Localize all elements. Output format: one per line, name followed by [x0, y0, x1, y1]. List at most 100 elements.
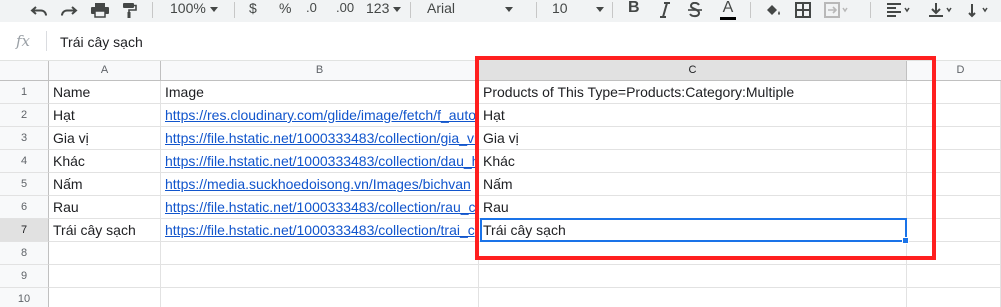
cell-c6[interactable]: Rau [479, 196, 907, 219]
row-header-1[interactable]: 1 [0, 81, 49, 104]
fill-color-icon[interactable] [762, 0, 784, 20]
formula-bar: fx Trái cây sạch [0, 22, 1001, 61]
chevron-down-icon [595, 6, 604, 12]
column-header-b[interactable]: B [161, 61, 479, 81]
toolbar-divider [870, 2, 871, 18]
italic-icon[interactable] [656, 0, 674, 20]
cell-b9[interactable] [161, 265, 479, 288]
font-size-select[interactable]: 10 [552, 0, 604, 20]
strikethrough-icon[interactable] [686, 0, 704, 20]
formula-bar-divider [46, 31, 47, 51]
toolbar-divider [410, 2, 411, 18]
cell-c2[interactable]: Hạt [479, 104, 907, 127]
chevron-down-icon [505, 6, 514, 12]
row-header-9[interactable]: 9 [0, 265, 49, 288]
toolbar-divider [152, 2, 153, 18]
cell-a7[interactable]: Trái cây sạch [49, 219, 161, 242]
font-family-value: Arial [427, 0, 456, 16]
horizontal-align-icon[interactable] [884, 0, 914, 20]
cell-c9[interactable] [479, 265, 907, 288]
font-size-value: 10 [552, 0, 568, 16]
toolbar-divider [612, 2, 613, 18]
bold-button[interactable]: B [628, 0, 640, 20]
row-header-7[interactable]: 7 [0, 219, 49, 242]
fill-handle[interactable] [902, 237, 909, 244]
cell-c8[interactable] [479, 242, 907, 265]
zoom-value: 100% [170, 0, 206, 16]
row-header-6[interactable]: 6 [0, 196, 49, 219]
chevron-down-icon [393, 6, 402, 12]
cell-b7-link[interactable]: https://file.hstatic.net/1000333483/coll… [161, 219, 479, 242]
cell-b6-link[interactable]: https://file.hstatic.net/1000333483/coll… [161, 196, 479, 219]
chevron-down-icon [209, 6, 218, 12]
cell-c3[interactable]: Gia vị [479, 127, 907, 150]
redo-icon[interactable] [58, 0, 80, 20]
zoom-select[interactable]: 100% [170, 0, 218, 20]
cell-b8[interactable] [161, 242, 479, 265]
print-icon[interactable] [88, 0, 112, 20]
cell-c7[interactable]: Trái cây sạch [479, 219, 907, 242]
borders-icon[interactable] [792, 0, 814, 20]
cell-d10[interactable] [907, 288, 1001, 307]
decrease-decimal-button[interactable]: .0 [306, 0, 317, 20]
cell-d8[interactable] [907, 242, 1001, 265]
toolbar: 100% $ % .0 .00 123 Arial 10 B A [0, 0, 1001, 22]
cell-d2[interactable] [907, 104, 1001, 127]
undo-icon[interactable] [28, 0, 50, 20]
row-header-4[interactable]: 4 [0, 150, 49, 173]
vertical-align-icon[interactable] [926, 0, 956, 20]
percent-format-button[interactable]: % [279, 0, 291, 20]
paint-format-icon[interactable] [118, 0, 140, 20]
font-family-select[interactable]: Arial [427, 0, 514, 20]
cell-d3[interactable] [907, 127, 1001, 150]
cell-b2-link[interactable]: https://res.cloudinary.com/glide/image/f… [161, 104, 479, 127]
cell-b5-link[interactable]: https://media.suckhoedoisong.vn/Images/b… [161, 173, 479, 196]
decrease-decimal-label: .0 [306, 0, 317, 15]
cell-a2[interactable]: Hạt [49, 104, 161, 127]
toolbar-divider [234, 2, 235, 18]
row-header-3[interactable]: 3 [0, 127, 49, 150]
cell-b3-link[interactable]: https://file.hstatic.net/1000333483/coll… [161, 127, 479, 150]
more-formats-label: 123 [366, 0, 390, 16]
column-header-a[interactable]: A [49, 61, 161, 81]
toolbar-divider [750, 2, 751, 18]
cell-a8[interactable] [49, 242, 161, 265]
cell-a6[interactable]: Rau [49, 196, 161, 219]
cell-a5[interactable]: Nấm [49, 173, 161, 196]
cell-b10[interactable] [161, 288, 479, 307]
cell-c10[interactable] [479, 288, 907, 307]
text-wrap-icon[interactable] [966, 0, 996, 20]
row-header-8[interactable]: 8 [0, 242, 49, 265]
text-color-button[interactable]: A [720, 0, 736, 20]
column-header-c[interactable]: C [479, 61, 907, 81]
toolbar-divider [536, 2, 537, 18]
function-icon: fx [16, 32, 31, 50]
currency-format-button[interactable]: $ [249, 0, 257, 20]
cell-a1[interactable]: Name [49, 81, 161, 104]
increase-decimal-button[interactable]: .00 [336, 0, 354, 20]
merge-cells-icon[interactable] [822, 0, 852, 20]
cell-a9[interactable] [49, 265, 161, 288]
spreadsheet-grid: A B C D 1 2 3 4 5 6 7 8 9 10 Name Hạt Gi… [0, 56, 1001, 307]
cell-d1[interactable] [907, 81, 1001, 104]
cell-d5[interactable] [907, 173, 1001, 196]
formula-input[interactable]: Trái cây sạch [60, 34, 143, 50]
cell-b1[interactable]: Image [161, 81, 479, 104]
select-all-corner[interactable] [0, 61, 49, 81]
more-formats-select[interactable]: 123 [366, 0, 402, 20]
row-header-2[interactable]: 2 [0, 104, 49, 127]
cell-a3[interactable]: Gia vị [49, 127, 161, 150]
cell-a4[interactable]: Khác [49, 150, 161, 173]
cell-c5[interactable]: Nấm [479, 173, 907, 196]
row-header-5[interactable]: 5 [0, 173, 49, 196]
cell-c4[interactable]: Khác [479, 150, 907, 173]
cell-d6[interactable] [907, 196, 1001, 219]
row-header-10[interactable]: 10 [0, 288, 49, 307]
column-header-d[interactable]: D [907, 61, 1001, 81]
cell-d4[interactable] [907, 150, 1001, 173]
cell-d7[interactable] [907, 219, 1001, 242]
cell-c1[interactable]: Products of This Type=Products:Category:… [479, 81, 907, 104]
cell-b4-link[interactable]: https://file.hstatic.net/1000333483/coll… [161, 150, 479, 173]
cell-a10[interactable] [49, 288, 161, 307]
cell-d9[interactable] [907, 265, 1001, 288]
